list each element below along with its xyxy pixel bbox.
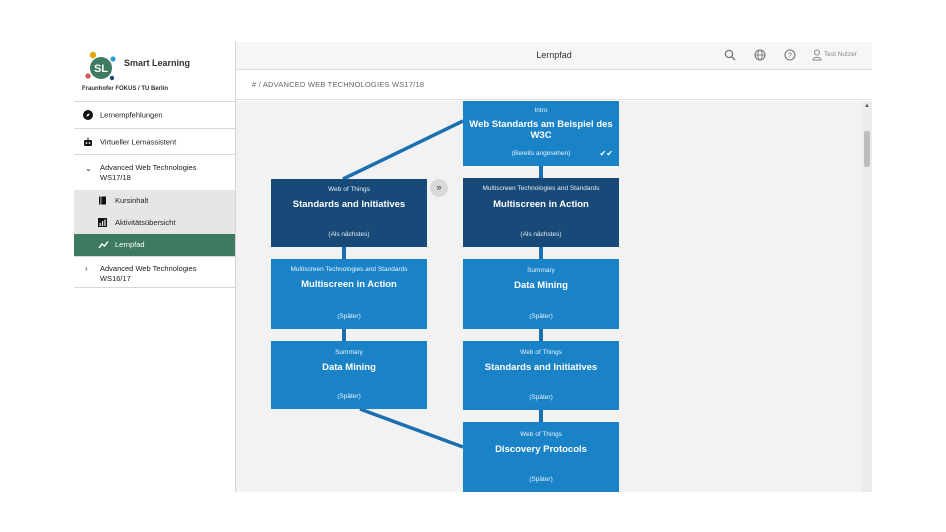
card-category: Summary: [335, 349, 363, 356]
sidebar-item-label: Lernpfad: [115, 240, 145, 249]
path-card-intro[interactable]: Intro Web Standards am Beispiel des W3C …: [463, 101, 619, 166]
sidebar-item-label: Lernempfehlungen: [100, 110, 163, 120]
smart-learning-logo: SL: [85, 51, 116, 81]
svg-text:SL: SL: [94, 63, 108, 75]
page-title: Lernpfad: [536, 50, 572, 60]
svg-text:?: ?: [788, 53, 792, 60]
breadcrumb-text: # / ADVANCED WEB TECHNOLOGIES WS17/18: [252, 80, 424, 89]
connector-left-2: [342, 329, 346, 341]
main-panel: Lernpfad ? Test Nutzer # / ADVANCED WEB …: [236, 42, 872, 492]
vertical-scrollbar[interactable]: ▲: [862, 101, 872, 492]
connector-right-3: [539, 329, 543, 341]
bar-chart-icon: [98, 218, 107, 227]
card-title: Multiscreen in Action: [493, 199, 589, 210]
sidebar-item-label: Aktivitätsübersicht: [115, 218, 176, 227]
card-status: (Als nächstes): [328, 231, 370, 238]
app-window: SL Smart Learning Fraunhofer FOKUS / TU …: [74, 42, 872, 492]
card-category: Web of Things: [520, 349, 562, 356]
sidebar-item-label: Kursinhalt: [115, 196, 149, 205]
help-icon[interactable]: ?: [784, 49, 796, 61]
card-title: Standards and Initiatives: [292, 199, 406, 210]
card-status: (Bereits angesehen): [511, 150, 571, 157]
learning-path-canvas: Intro Web Standards am Beispiel des W3C …: [236, 101, 872, 492]
sidebar-item-lernpfad[interactable]: Lernpfad: [74, 234, 235, 256]
sidebar-course-ws1617[interactable]: › Advanced Web Technologies WS16/17: [74, 256, 235, 288]
card-status: (Später): [529, 476, 553, 483]
card-category: Web of Things: [328, 186, 370, 193]
path-card-discovery-protocols[interactable]: Web of Things Discovery Protocols (Späte…: [463, 422, 619, 492]
card-status: (Später): [337, 393, 361, 400]
brand-title: Smart Learning: [124, 58, 191, 68]
path-card-alt-standards-next[interactable]: Web of Things Standards and Initiatives …: [271, 179, 427, 247]
card-title: Standards and Initiatives: [484, 362, 598, 373]
search-icon[interactable]: [724, 49, 736, 61]
card-category: Multiscreen Technologies and Standards: [482, 185, 600, 192]
compass-icon: [83, 110, 93, 120]
path-card-standards-initiatives[interactable]: Web of Things Standards and Initiatives …: [463, 341, 619, 410]
path-card-alt-data-mining[interactable]: Summary Data Mining (Später): [271, 341, 427, 409]
next-path-button[interactable]: »: [430, 179, 448, 197]
course-name: Advanced Web Technologies: [100, 163, 197, 172]
robot-icon: [84, 137, 92, 146]
card-title: Data Mining: [514, 280, 568, 291]
globe-icon[interactable]: [754, 49, 766, 61]
path-card-data-mining[interactable]: Summary Data Mining (Später): [463, 259, 619, 329]
path-card-alt-multiscreen[interactable]: Multiscreen Technologies and Standards M…: [271, 259, 427, 329]
sidebar-item-lernassistent[interactable]: Virtueller Lernassistent: [74, 129, 235, 155]
card-status: (Als nächstes): [520, 231, 562, 238]
sidebar-item-aktivitaetsuebersicht[interactable]: Aktivitätsübersicht: [74, 212, 235, 234]
card-category: Multiscreen Technologies and Standards: [290, 266, 408, 273]
course-submenu: Kursinhalt Aktivitätsübersicht Lernpfad: [74, 190, 235, 256]
connector-intro-to-left: [342, 119, 464, 181]
double-check-icon: ✔✔: [599, 149, 613, 158]
card-title: Discovery Protocols: [495, 444, 587, 455]
card-status: (Später): [529, 394, 553, 401]
chevron-down-icon: ⌄: [85, 164, 92, 173]
breadcrumb-course[interactable]: ADVANCED WEB TECHNOLOGIES WS17/18: [263, 80, 424, 89]
sidebar-item-label: Virtueller Lernassistent: [100, 137, 177, 146]
connector-left-1: [342, 247, 346, 259]
brand-header[interactable]: SL Smart Learning Fraunhofer FOKUS / TU …: [74, 42, 235, 102]
sidebar-course-ws1718[interactable]: ⌄ Advanced Web Technologies WS17/18: [74, 155, 235, 190]
line-chart-icon: [98, 241, 109, 249]
card-category: Web of Things: [520, 431, 562, 438]
breadcrumb: # / ADVANCED WEB TECHNOLOGIES WS17/18: [236, 70, 872, 100]
book-icon: [99, 196, 106, 205]
connector-right-4: [539, 410, 543, 422]
user-icon[interactable]: [812, 49, 822, 61]
card-title: Web Standards am Beispiel des W3C: [469, 119, 613, 141]
card-category: Summary: [527, 267, 555, 274]
chevron-right-icon: ›: [85, 264, 88, 273]
top-bar: Lernpfad ? Test Nutzer: [236, 42, 872, 70]
course-label: Advanced Web Technologies WS16/17: [100, 264, 196, 284]
course-term: WS16/17: [100, 274, 131, 283]
card-title: Multiscreen in Action: [301, 279, 397, 290]
brand-org: Fraunhofer FOKUS / TU Berlin: [82, 86, 169, 92]
card-category: Intro: [534, 107, 548, 114]
card-status: (Später): [529, 313, 553, 320]
user-name[interactable]: Test Nutzer: [824, 51, 857, 58]
path-card-multiscreen-next[interactable]: Multiscreen Technologies and Standards M…: [463, 178, 619, 247]
card-title: Data Mining: [322, 362, 376, 373]
scrollbar-thumb[interactable]: [864, 131, 870, 167]
connector-right-2: [539, 247, 543, 259]
sidebar-item-kursinhalt[interactable]: Kursinhalt: [74, 190, 235, 212]
course-term: WS17/18: [100, 173, 131, 182]
breadcrumb-home[interactable]: # /: [252, 80, 261, 89]
course-name: Advanced Web Technologies: [100, 264, 197, 273]
connector-left-to-bottom: [359, 407, 464, 449]
sidebar: SL Smart Learning Fraunhofer FOKUS / TU …: [74, 42, 236, 492]
scroll-up-icon[interactable]: ▲: [864, 103, 870, 109]
sidebar-item-lernempfehlungen[interactable]: Lernempfehlungen: [74, 102, 235, 129]
connector-right-1: [539, 166, 543, 178]
course-label: Advanced Web Technologies WS17/18: [100, 163, 196, 183]
card-status: (Später): [337, 313, 361, 320]
